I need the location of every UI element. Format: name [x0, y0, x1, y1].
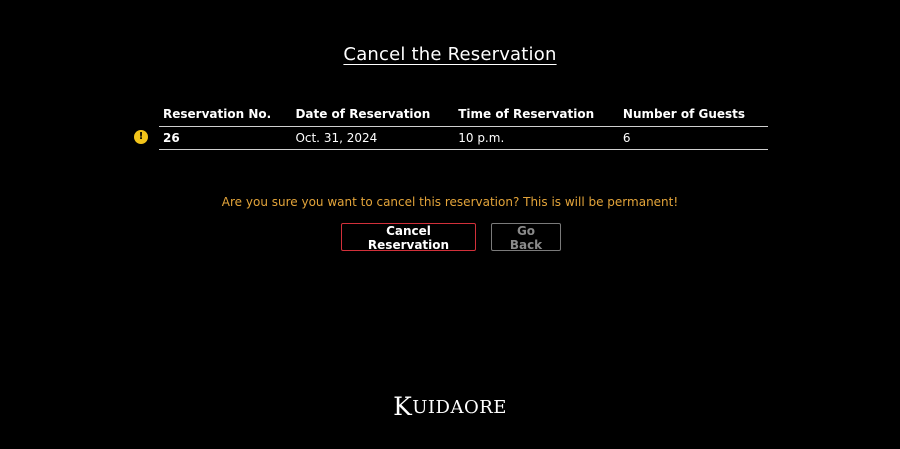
cancel-reservation-button[interactable]: Cancel Reservation	[341, 223, 476, 252]
logo-rest: UIDAORE	[412, 397, 507, 418]
page-title: Cancel the Reservation	[343, 44, 557, 65]
header-time: Time of Reservation	[454, 102, 619, 127]
reservation-table: Reservation No. Date of Reservation Time…	[159, 102, 768, 150]
table-header-row: Reservation No. Date of Reservation Time…	[159, 102, 768, 127]
logo-initial: K	[393, 392, 413, 421]
cell-reservation-no: 26	[159, 126, 292, 150]
table-row: 26 Oct. 31, 2024 10 p.m. 6	[159, 126, 768, 150]
header-guests: Number of Guests	[618, 102, 768, 127]
cell-time: 10 p.m.	[454, 126, 619, 150]
header-reservation-no: Reservation No.	[159, 102, 292, 127]
logo: KUIDAORE	[0, 392, 900, 421]
exclamation-circle-icon: !	[134, 130, 148, 144]
confirm-message: Are you sure you want to cancel this res…	[221, 195, 679, 209]
button-row: Cancel Reservation Go Back	[341, 223, 561, 252]
cell-guests: 6	[618, 126, 768, 150]
header-date: Date of Reservation	[291, 102, 455, 127]
go-back-button[interactable]: Go Back	[491, 223, 561, 252]
cell-date: Oct. 31, 2024	[291, 126, 455, 150]
